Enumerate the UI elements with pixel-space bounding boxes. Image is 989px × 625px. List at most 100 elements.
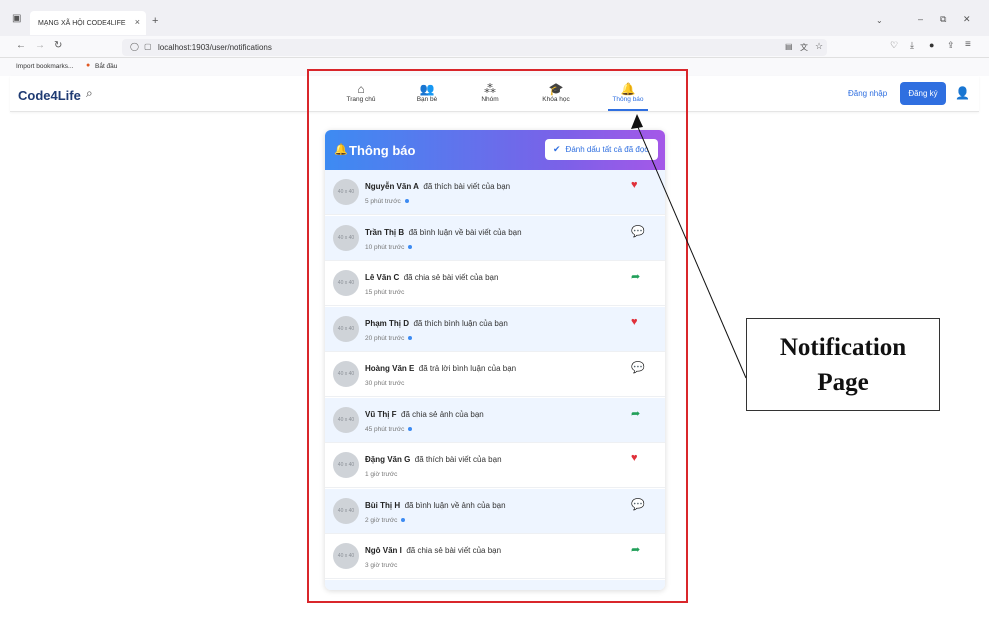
bookmarks-bar: Import bookmarks... ● Bắt đầu	[0, 58, 989, 76]
reader-icon[interactable]: ▤	[785, 42, 793, 51]
nav-home[interactable]: ⌂ Trang chủ	[336, 82, 386, 103]
notification-action: đã bình luận về ảnh của bạn	[404, 500, 506, 510]
register-button[interactable]: Đăng ký	[900, 82, 946, 105]
notification-action: đã thích bài viết của bạn	[414, 455, 502, 464]
reload-icon[interactable]: ↻	[54, 40, 62, 51]
back-icon[interactable]: ←	[16, 40, 26, 51]
nav-groups-label: Nhóm	[481, 96, 499, 103]
notification-time: 20 phút trước	[365, 334, 405, 342]
notification-time: 30 phút trước	[365, 380, 405, 387]
annotation-line1: Notification	[779, 333, 907, 361]
share-icon: ➦	[631, 271, 641, 283]
notification-time: 5 phút trước	[365, 198, 401, 205]
avatar[interactable]: 40 x 40	[333, 179, 359, 205]
close-tab-icon[interactable]: ×	[135, 17, 140, 27]
notification-item[interactable]: 40 x 40 Hoàng Văn E đã trả lời bình luận …	[325, 352, 665, 397]
bookmark-star-icon[interactable]: ☆	[815, 41, 823, 52]
avatar[interactable]: 40 x 40	[333, 406, 359, 433]
minimize-icon[interactable]: –	[918, 14, 923, 24]
avatar[interactable]: 40 x 40	[333, 452, 359, 478]
notification-meta: 2 giờ trước	[365, 517, 406, 524]
notification-user[interactable]: Đặng Văn G	[365, 455, 410, 464]
notification-item[interactable]: 40 x 40 Nguyễn Văn A đã thích bài viết củ…	[325, 170, 665, 215]
avatar[interactable]: 40 x 40	[333, 361, 359, 387]
group-icon: ⁂	[484, 82, 496, 96]
notification-time: 10 phút trước	[365, 243, 405, 251]
notification-item[interactable]: 40 x 40 Trần Thị B đã bình luận về bài vi…	[325, 215, 665, 261]
avatar[interactable]: 40 x 40	[333, 315, 359, 342]
notification-item[interactable]: 40 x 40 Phạm Thị D đã thích bình luận của…	[325, 306, 665, 352]
nav-groups[interactable]: ⁂ Nhóm	[465, 82, 515, 103]
forward-icon[interactable]: →	[35, 40, 45, 51]
mark-all-read-label: Đánh dấu tất cả đã đọc	[565, 145, 649, 154]
close-window-icon[interactable]: ✕	[963, 14, 971, 25]
firefox-icon: ●	[86, 62, 91, 69]
unread-dot	[408, 244, 413, 249]
nav-friends[interactable]: 👥 Bạn bè	[402, 82, 452, 103]
graduation-cap-icon: 🎓	[548, 82, 564, 96]
avatar[interactable]: 40 x 40	[333, 224, 359, 251]
nav-courses[interactable]: 🎓 Khóa học	[531, 82, 581, 103]
search-icon[interactable]: ⌕	[86, 86, 93, 101]
unread-dot	[404, 199, 409, 204]
notification-user[interactable]: Phạm Thị D	[365, 319, 409, 328]
notification-meta: 45 phút trước	[365, 425, 413, 433]
login-link[interactable]: Đăng nhập	[848, 89, 887, 98]
notification-time: 15 phút trước	[365, 289, 405, 296]
notification-user[interactable]: Lê Văn C	[365, 273, 399, 282]
user-icon[interactable]: 👤	[955, 86, 970, 100]
shield-icon[interactable]: ◯	[130, 42, 139, 51]
notification-item[interactable]: 40 x 40 Ngô Văn I đã chia sẻ bài viết của…	[325, 534, 665, 579]
like-icon: ♥	[631, 315, 638, 328]
nav-notifications[interactable]: 🔔 Thông báo	[603, 82, 653, 103]
tab-list-icon[interactable]: ▣	[12, 13, 21, 24]
bell-icon: 🔔	[620, 82, 636, 96]
notification-action: đã thích bình luận của bạn	[413, 318, 508, 328]
avatar[interactable]: 40 x 40	[333, 270, 359, 296]
annotation-callout: Notification Page	[746, 318, 940, 411]
notification-text: Bùi Thị H đã bình luận về ảnh của bạn	[365, 501, 506, 510]
panel-header: 🔔 Thông báo ✔ Đánh dấu tất cả đã đọc	[325, 130, 665, 170]
notification-action: đã trả lời bình luận của bạn	[418, 364, 517, 373]
translate-icon[interactable]: 文	[800, 42, 808, 53]
bookmark-start[interactable]: Bắt đầu	[95, 63, 117, 70]
notification-user[interactable]: Trần Thị B	[365, 228, 404, 237]
nav-notifications-label: Thông báo	[612, 96, 644, 103]
new-tab-button[interactable]: +	[152, 15, 158, 27]
mark-all-read-button[interactable]: ✔ Đánh dấu tất cả đã đọc	[545, 139, 658, 160]
notification-action: đã thích bài viết của bạn	[423, 182, 511, 191]
notification-user[interactable]: Bùi Thị H	[365, 501, 400, 510]
pocket-icon[interactable]: ♡	[890, 40, 898, 51]
avatar[interactable]: 40 x 40	[333, 497, 359, 524]
check-icon: ✔	[553, 144, 561, 154]
notification-user[interactable]: Hoàng Văn E	[365, 364, 414, 373]
menu-icon[interactable]: ≡	[965, 39, 971, 50]
notification-item[interactable]: 40 x 40 Đặng Văn G đã thích bài viết của …	[325, 443, 665, 488]
notification-text: Đặng Văn G đã thích bài viết của bạn	[365, 455, 502, 464]
browser-tab[interactable]: MẠNG XÃ HỘI CODE4LIFE ×	[30, 11, 146, 35]
nav-home-label: Trang chủ	[346, 96, 376, 103]
notification-time: 45 phút trước	[365, 425, 405, 433]
site-logo[interactable]: Code4Life	[18, 88, 81, 103]
download-icon[interactable]: ⤓	[910, 40, 914, 51]
notification-action: đã bình luận về bài viết của bạn	[408, 227, 522, 237]
extensions-icon[interactable]: ⇪	[947, 40, 955, 51]
notification-user[interactable]: Nguyễn Văn A	[365, 182, 419, 191]
avatar[interactable]: 40 x 40	[333, 543, 359, 569]
notification-item[interactable]: 40 x 40 Bùi Thị H đã bình luận về ảnh của…	[325, 488, 665, 534]
restore-icon[interactable]: ⧉	[940, 14, 946, 25]
notification-action: đã chia sẻ bài viết của bạn	[406, 546, 502, 555]
notification-action: đã chia sẻ bài viết của bạn	[403, 273, 499, 282]
notification-meta: 15 phút trước	[365, 289, 404, 296]
unread-dot	[408, 335, 413, 340]
notification-user[interactable]: Ngô Văn I	[365, 546, 402, 555]
bookmark-import[interactable]: Import bookmarks...	[16, 63, 73, 70]
notification-item[interactable]: 40 x 40 Lê Văn C đã chia sẻ bài viết của …	[325, 261, 665, 306]
like-icon: ♥	[631, 452, 638, 464]
tab-overflow-icon[interactable]: ⌄	[876, 16, 883, 25]
notification-item[interactable]: 40 x 40 Vũ Thị F đã chia sẻ ảnh của bạn 45…	[325, 397, 665, 443]
url-bar[interactable]: ◯ ▢ localhost:1903/user/notifications ▤ …	[122, 39, 827, 56]
notification-user[interactable]: Vũ Thị F	[365, 410, 397, 419]
like-icon: ♥	[631, 179, 638, 191]
account-icon[interactable]: ●	[929, 40, 934, 50]
